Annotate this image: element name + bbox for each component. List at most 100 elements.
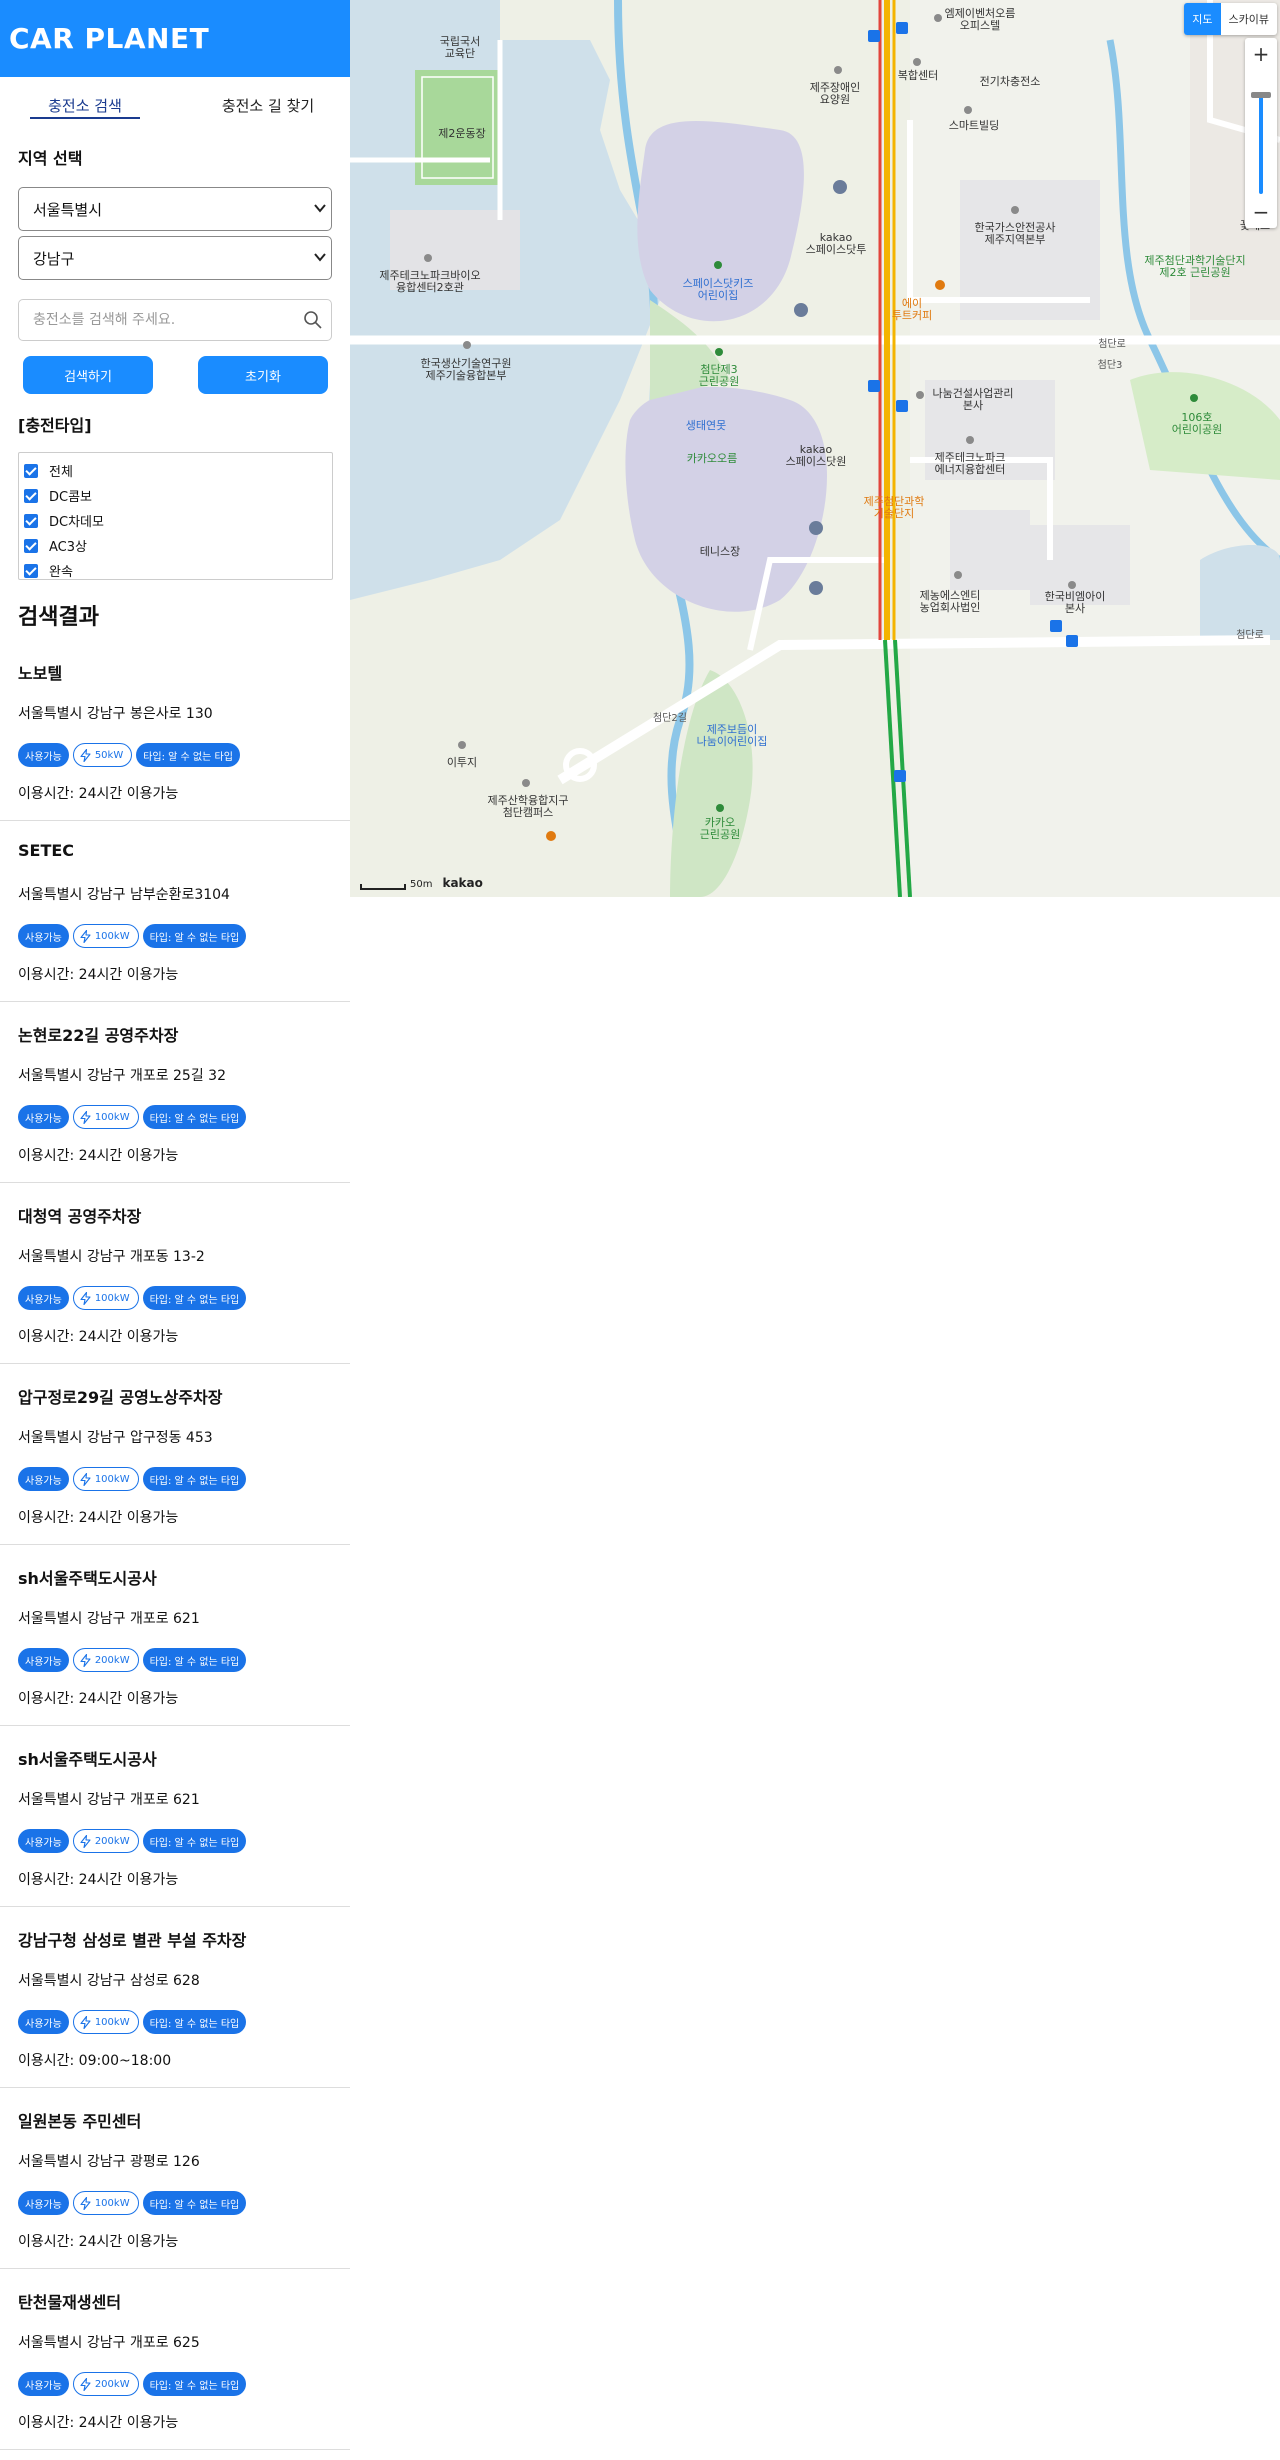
- station-card[interactable]: 일원본동 주민센터 서울특별시 강남구 광평로 126 사용가능 100kW 타입: 알…: [0, 2088, 350, 2269]
- station-name[interactable]: 강남구청 삼성로 별관 부설 주차장: [18, 1927, 246, 1951]
- power-badge: 50kW: [72, 743, 133, 767]
- checkbox[interactable]: [24, 513, 38, 528]
- type-badge: 타입: 알 수 없는 타입: [142, 2191, 247, 2215]
- station-name[interactable]: 대청역 공영주차장: [18, 1203, 141, 1227]
- station-badges: 사용가능 200kW 타입: 알 수 없는 타입: [18, 1829, 247, 1853]
- station-search-input[interactable]: [33, 312, 283, 328]
- map-label[interactable]: 제주첨단과학 기술단지: [864, 496, 925, 520]
- checkbox[interactable]: [24, 488, 38, 503]
- station-name[interactable]: 탄천물재생센터: [18, 2289, 121, 2313]
- map-label[interactable]: 스마트빌딩: [949, 120, 1000, 132]
- tab-station-search[interactable]: 충전소 검색: [30, 95, 140, 116]
- station-address: 서울특별시 강남구 남부순환로3104: [18, 887, 230, 903]
- station-badges: 사용가능 100kW 타입: 알 수 없는 타입: [18, 1286, 247, 1310]
- station-address: 서울특별시 강남구 봉은사로 130: [18, 706, 213, 722]
- station-card[interactable]: 대청역 공영주차장 서울특별시 강남구 개포동 13-2 사용가능 100kW 타입: …: [0, 1183, 350, 1364]
- city-select[interactable]: 서울특별시: [18, 187, 332, 231]
- map-label[interactable]: 제주첨단과학기술단지 제2호 근린공원: [1144, 255, 1245, 279]
- brand-logo[interactable]: CAR PLANET: [9, 22, 209, 55]
- station-name[interactable]: 일원본동 주민센터: [18, 2108, 141, 2132]
- map-label[interactable]: kakao 스페이스닷투: [806, 232, 867, 256]
- map-label[interactable]: 한국생산기술연구원 제주기술융합본부: [420, 358, 511, 382]
- scale-label: 50m: [410, 879, 433, 890]
- map-label[interactable]: 첨단로: [1098, 339, 1126, 351]
- tab-station-route[interactable]: 충전소 길 찾기: [208, 95, 328, 116]
- map-label[interactable]: 제농에스엔티 농업회사법인: [920, 590, 981, 614]
- map-label[interactable]: 에이 투트커피: [892, 298, 932, 322]
- station-name[interactable]: 논현로22길 공영주차장: [18, 1022, 178, 1046]
- map-label[interactable]: 제주보듬이 나눔이어린이집: [697, 724, 768, 748]
- station-card[interactable]: 탄천물재생센터 서울특별시 강남구 개포로 625 사용가능 200kW 타입: 알 수…: [0, 2269, 350, 2450]
- type-badge: 타입: 알 수 없는 타입: [142, 2010, 247, 2034]
- map-label[interactable]: 국립국서 교육단: [440, 36, 480, 60]
- map-label[interactable]: 카카오오름: [687, 453, 738, 465]
- map-label[interactable]: kakao 스페이스닷원: [786, 444, 847, 468]
- station-badges: 사용가능 200kW 타입: 알 수 없는 타입: [18, 1648, 247, 1672]
- map-label[interactable]: 첨단2길: [653, 713, 687, 725]
- reset-button[interactable]: 초기화: [198, 356, 328, 394]
- map-label[interactable]: 전기차충전소: [980, 76, 1041, 88]
- map-label[interactable]: 한국가스안전공사 제주지역본부: [975, 222, 1056, 246]
- map-label[interactable]: 첨단제3 근린공원: [699, 364, 739, 388]
- district-select[interactable]: 강남구: [18, 236, 332, 280]
- sidebar-tabs: 충전소 검색 충전소 길 찾기: [0, 77, 350, 127]
- map-label[interactable]: 이투지: [447, 757, 477, 769]
- station-card[interactable]: 강남구청 삼성로 별관 부설 주차장 서울특별시 강남구 삼성로 628 사용가능 1…: [0, 1907, 350, 2088]
- map-label[interactable]: 제주장애인 요양원: [810, 82, 861, 106]
- station-hours: 이용시간: 09:00~18:00: [18, 2053, 172, 2069]
- power-value: 100kW: [94, 1473, 130, 1485]
- zoom-in-button[interactable]: +: [1245, 38, 1277, 70]
- station-card[interactable]: 압구정로29길 공영노상주차장 서울특별시 강남구 압구정동 453 사용가능 100…: [0, 1364, 350, 1545]
- charger-type-option: DC콤보: [24, 483, 327, 508]
- map-label[interactable]: 제주산학융합지구 첨단캠퍼스: [488, 795, 569, 819]
- search-button[interactable]: 검색하기: [23, 356, 153, 394]
- zoom-slider-handle[interactable]: [1251, 92, 1271, 98]
- status-badge: 사용가능: [18, 1286, 69, 1310]
- checkbox[interactable]: [24, 463, 38, 478]
- search-icon[interactable]: [303, 310, 323, 330]
- checkbox[interactable]: [24, 538, 38, 553]
- station-name[interactable]: 노보텔: [18, 660, 62, 684]
- map-view-button[interactable]: 지도: [1184, 3, 1221, 35]
- map-label[interactable]: 제주테크노파크 에너지융합센터: [935, 452, 1006, 476]
- map-label[interactable]: 생태연못: [686, 420, 726, 432]
- map-label[interactable]: 나눔건설사업관리 본사: [933, 388, 1014, 412]
- station-hours: 이용시간: 24시간 이용가능: [18, 2234, 179, 2250]
- map-view[interactable]: 국립국서 교육단제2운동장 엠제이벤처오름 오피스텔제주장애인 요양원 복합센터전기…: [350, 0, 1280, 897]
- power-badge: 100kW: [72, 1286, 139, 1310]
- map-label[interactable]: 제2운동장: [438, 128, 485, 140]
- map-label[interactable]: 106호 어린이공원: [1172, 412, 1223, 436]
- skyview-button[interactable]: 스카이뷰: [1221, 3, 1277, 35]
- station-name[interactable]: sh서울주택도시공사: [18, 1746, 157, 1770]
- district-select-value: 강남구: [33, 249, 75, 268]
- map-label[interactable]: 카카오 근린공원: [700, 817, 740, 841]
- zoom-control: + −: [1245, 38, 1277, 228]
- station-name[interactable]: sh서울주택도시공사: [18, 1565, 157, 1589]
- type-badge: 타입: 알 수 없는 타입: [142, 1105, 247, 1129]
- station-address: 서울특별시 강남구 개포로 625: [18, 2335, 200, 2351]
- map-label[interactable]: 제주테크노파크바이오 융합센터2호관: [379, 270, 480, 294]
- zoom-slider-track[interactable]: [1259, 96, 1263, 194]
- station-name[interactable]: 압구정로29길 공영노상주차장: [18, 1384, 222, 1408]
- map-label[interactable]: 첨단3: [1098, 360, 1123, 372]
- charger-type-list: 전체 DC콤보 DC차데모 AC3상 완속: [18, 452, 333, 580]
- station-name[interactable]: SETEC: [18, 841, 74, 860]
- status-badge: 사용가능: [18, 743, 69, 767]
- map-label[interactable]: 복합센터: [898, 70, 938, 82]
- checkbox[interactable]: [24, 563, 38, 578]
- zoom-out-button[interactable]: −: [1245, 196, 1277, 228]
- map-label[interactable]: 첨단로: [1236, 630, 1264, 642]
- bolt-icon: [80, 2196, 91, 2210]
- station-card[interactable]: sh서울주택도시공사 서울특별시 강남구 개포로 621 사용가능 200kW 타입: …: [0, 1545, 350, 1726]
- station-card[interactable]: 노보텔 서울특별시 강남구 봉은사로 130 사용가능 50kW 타입: 알 수 없는 …: [0, 640, 350, 821]
- station-card[interactable]: sh서울주택도시공사서울특별시 강남구 개포로 621 사용가능 200kW 타입: …: [0, 1726, 350, 1907]
- charger-type-label: 전체: [49, 465, 73, 480]
- map-label[interactable]: 스페이스닷키즈 어린이집: [683, 278, 754, 302]
- map-label[interactable]: 테니스장: [700, 546, 740, 558]
- station-card[interactable]: SETEC 서울특별시 강남구 남부순환로3104 사용가능 100kW 타입: 알 수…: [0, 821, 350, 1002]
- power-badge: 100kW: [72, 2191, 139, 2215]
- station-address: 서울특별시 강남구 개포로 621: [18, 1792, 200, 1808]
- map-label[interactable]: 한국비엠아이 본사: [1045, 591, 1106, 615]
- station-card[interactable]: 논현로22길 공영주차장 서울특별시 강남구 개포로 25길 32 사용가능 100k…: [0, 1002, 350, 1183]
- map-label[interactable]: 엠제이벤처오름 오피스텔: [945, 8, 1016, 32]
